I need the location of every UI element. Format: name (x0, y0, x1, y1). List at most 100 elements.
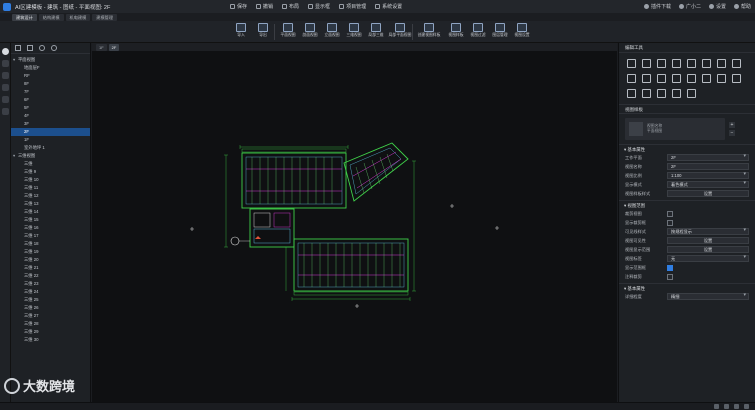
hide-icon[interactable] (687, 89, 696, 98)
tree-item[interactable]: ▾ 三维视图 (11, 152, 90, 160)
tree-item[interactable]: 6F (11, 96, 90, 104)
tree-item[interactable]: 2F (11, 128, 90, 136)
split-icon[interactable] (657, 74, 666, 83)
trim-icon[interactable] (627, 74, 636, 83)
match-icon[interactable] (717, 74, 726, 83)
ribbon-button[interactable]: 创建视图样板 (418, 22, 440, 42)
tree-item[interactable]: 3F (11, 120, 90, 128)
tree-item[interactable]: 三维 26 (11, 304, 90, 312)
property-select[interactable]: 无 (667, 255, 749, 262)
tree-item[interactable]: 三维 11 (11, 184, 90, 192)
tree-item[interactable]: ▾ 平面视图 (11, 56, 90, 64)
paint-icon[interactable] (732, 74, 741, 83)
mirror-icon[interactable] (672, 59, 681, 68)
tree-item[interactable]: 三维 18 (11, 240, 90, 248)
pin-icon[interactable] (687, 74, 696, 83)
ribbon-button[interactable]: 局部平面视图 (389, 22, 411, 42)
tree-item[interactable]: 室外地坪 1 (11, 144, 90, 152)
tree-item[interactable]: 7F (11, 88, 90, 96)
measure-icon[interactable] (672, 89, 681, 98)
module-tab[interactable]: 结构建模 (38, 13, 64, 21)
tree-item[interactable]: 三维 9 (11, 168, 90, 176)
property-select[interactable]: 2F (667, 154, 749, 161)
view-icon[interactable] (2, 72, 9, 79)
ribbon-button[interactable]: 视图过滤 (467, 22, 489, 42)
zoom-icon[interactable] (744, 404, 749, 409)
grid-toggle-icon[interactable] (724, 404, 729, 409)
tree-item[interactable]: 三维 14 (11, 208, 90, 216)
top-menu-item[interactable]: 显示框 (308, 3, 330, 10)
tree-item[interactable]: 三维 29 (11, 328, 90, 336)
property-button[interactable]: 设置 (667, 246, 749, 253)
top-right-item[interactable]: 设置 (708, 3, 726, 10)
property-select[interactable]: 精细 (667, 293, 749, 300)
top-menu-item[interactable]: 系统设置 (375, 3, 402, 10)
join-icon[interactable] (672, 74, 681, 83)
tree-item[interactable]: 1F (11, 136, 90, 144)
section-other-props[interactable]: ▾ 基本属性 (619, 283, 755, 292)
top-right-item[interactable]: 帮助 (733, 3, 751, 10)
align-icon[interactable] (702, 59, 711, 68)
tree-item[interactable]: 三维 27 (11, 312, 90, 320)
tree-item[interactable]: 三维 22 (11, 272, 90, 280)
tree-item[interactable]: 三维 19 (11, 248, 90, 256)
copy-icon[interactable] (642, 59, 651, 68)
extend-icon[interactable] (642, 74, 651, 83)
property-select[interactable]: 着色模式 (667, 181, 749, 188)
rotate-icon[interactable] (657, 59, 666, 68)
tree-item[interactable]: 三维 28 (11, 320, 90, 328)
ribbon-button[interactable]: 局部三维 (365, 22, 387, 42)
layers-icon[interactable] (2, 60, 9, 67)
module-tab[interactable]: 建模管理 (92, 13, 118, 21)
ribbon-button[interactable]: 导出 (252, 22, 274, 42)
tree-item[interactable]: 三维 17 (11, 232, 90, 240)
scale-icon[interactable] (732, 59, 741, 68)
property-button[interactable]: 设置 (667, 190, 749, 197)
ungroup-icon[interactable] (657, 89, 666, 98)
browser-view-icon[interactable] (15, 45, 21, 51)
filter-icon[interactable] (27, 45, 33, 51)
tree-item[interactable]: 三维 (11, 160, 90, 168)
canvas-tab[interactable]: 2F (108, 43, 120, 51)
ribbon-button[interactable]: 剖面视图 (299, 22, 321, 42)
tree-item[interactable]: RF (11, 72, 90, 80)
tree-item[interactable]: 三维 15 (11, 216, 90, 224)
tree-item[interactable]: 8F (11, 80, 90, 88)
property-select[interactable]: 1:100 (667, 172, 749, 179)
section-basic-props[interactable]: ▾ 基本属性 (619, 144, 755, 153)
tree-item[interactable]: 三维 20 (11, 256, 90, 264)
unpin-icon[interactable] (702, 74, 711, 83)
snap-icon[interactable] (714, 404, 719, 409)
ribbon-button[interactable]: 视图设置 (511, 22, 533, 42)
ribbon-button[interactable]: 导入 (230, 22, 252, 42)
tree-item[interactable]: 地面层F (11, 64, 90, 72)
ribbon-button[interactable]: 平面视图 (277, 22, 299, 42)
move-icon[interactable] (627, 59, 636, 68)
module-tab[interactable]: 机电建模 (65, 13, 91, 21)
add-icon[interactable] (39, 45, 45, 51)
view-sample-thumb[interactable]: 视图名称 平面视图 (625, 118, 725, 140)
top-menu-item[interactable]: 项目管理 (339, 3, 366, 10)
home-icon[interactable] (2, 48, 9, 55)
tree-item[interactable]: 4F (11, 112, 90, 120)
book-icon[interactable] (2, 96, 9, 103)
section-view-range[interactable]: ▾ 视图范围 (619, 200, 755, 209)
tree-item[interactable]: 三维 24 (11, 288, 90, 296)
remove-sample-icon[interactable]: − (729, 130, 735, 136)
top-menu-item[interactable]: 布局 (282, 3, 299, 10)
property-checkbox[interactable] (667, 219, 673, 226)
ribbon-button[interactable]: 立面视图 (321, 22, 343, 42)
tree-item[interactable]: 三维 13 (11, 200, 90, 208)
canvas-tab[interactable]: 1F (96, 43, 107, 51)
tree-item[interactable]: 三维 23 (11, 280, 90, 288)
ribbon-button[interactable]: 三维视图 (343, 22, 365, 42)
property-checkbox[interactable] (667, 210, 673, 217)
property-checkbox[interactable] (667, 273, 673, 280)
drawing-canvas[interactable] (92, 51, 617, 402)
tree-item[interactable]: 三维 30 (11, 336, 90, 344)
tree-item[interactable]: 三维 25 (11, 296, 90, 304)
array-icon[interactable] (687, 59, 696, 68)
remove-icon[interactable] (51, 45, 57, 51)
property-checkbox[interactable] (667, 264, 673, 271)
tree-item[interactable]: 三维 21 (11, 264, 90, 272)
